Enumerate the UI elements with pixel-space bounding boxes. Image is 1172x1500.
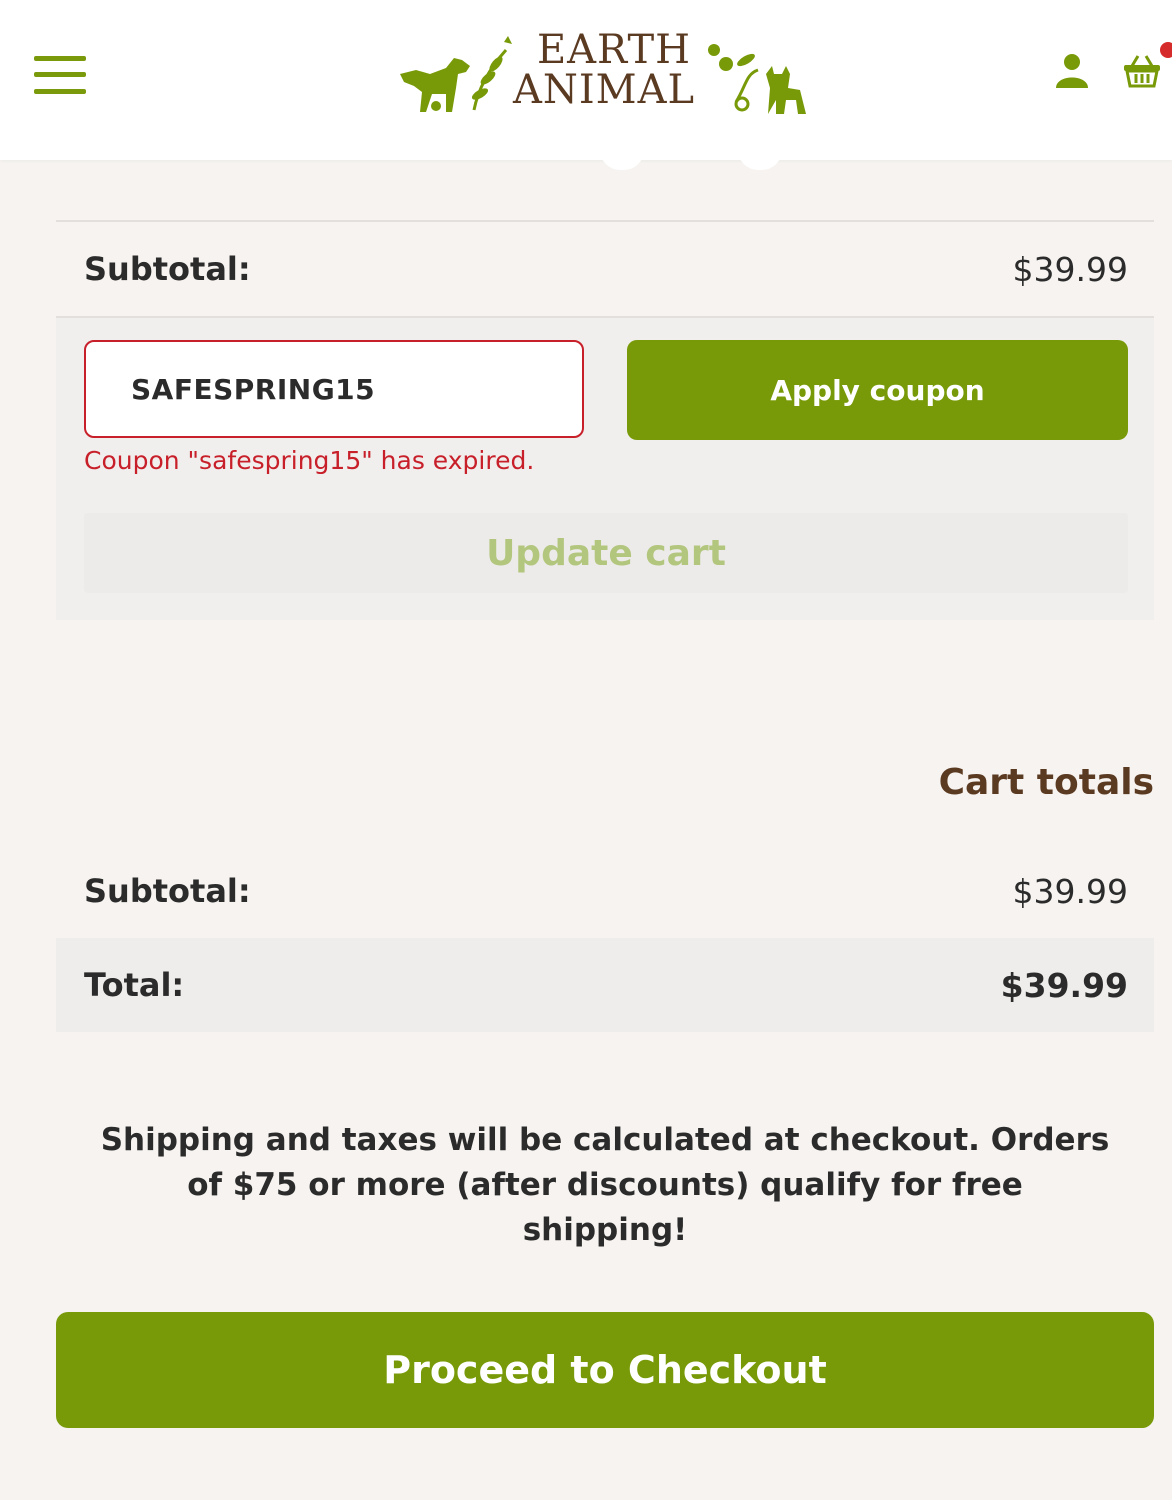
total-value: $39.99 xyxy=(1000,966,1128,1005)
basket-icon[interactable] xyxy=(1122,52,1162,88)
apply-coupon-button[interactable]: Apply coupon xyxy=(627,340,1128,440)
logo-text: EARTH ANIMAL xyxy=(504,30,704,110)
coupon-error-message: Coupon "safespring15" has expired. xyxy=(84,446,535,475)
earth-animal-logo[interactable]: EARTH ANIMAL xyxy=(396,30,816,120)
divider xyxy=(56,220,1154,222)
divider xyxy=(56,316,1154,318)
shipping-note: Shipping and taxes will be calculated at… xyxy=(100,1122,1110,1248)
totals-subtotal-value: $39.99 xyxy=(1012,872,1128,911)
site-header: EARTH ANIMAL xyxy=(0,0,1172,160)
totals-subtotal-label: Subtotal: xyxy=(84,872,251,910)
proceed-to-checkout-button[interactable]: Proceed to Checkout xyxy=(56,1312,1154,1428)
total-row xyxy=(56,938,1154,1032)
carousel-dot xyxy=(600,150,644,170)
coupon-code-input[interactable] xyxy=(84,340,584,438)
total-label: Total: xyxy=(84,966,185,1004)
cart-subtotal-label: Subtotal: xyxy=(84,250,251,288)
carousel-dot xyxy=(738,150,782,170)
cart-totals-heading: Cart totals xyxy=(938,762,1154,803)
update-cart-button[interactable]: Update cart xyxy=(84,513,1128,593)
menu-icon[interactable] xyxy=(34,56,86,96)
logo-line-earth: EARTH xyxy=(536,27,692,73)
cart-count-badge xyxy=(1160,42,1172,58)
user-icon[interactable] xyxy=(1054,52,1090,88)
cart-subtotal-value: $39.99 xyxy=(1012,250,1128,289)
logo-line-animal: ANIMAL xyxy=(512,67,696,113)
